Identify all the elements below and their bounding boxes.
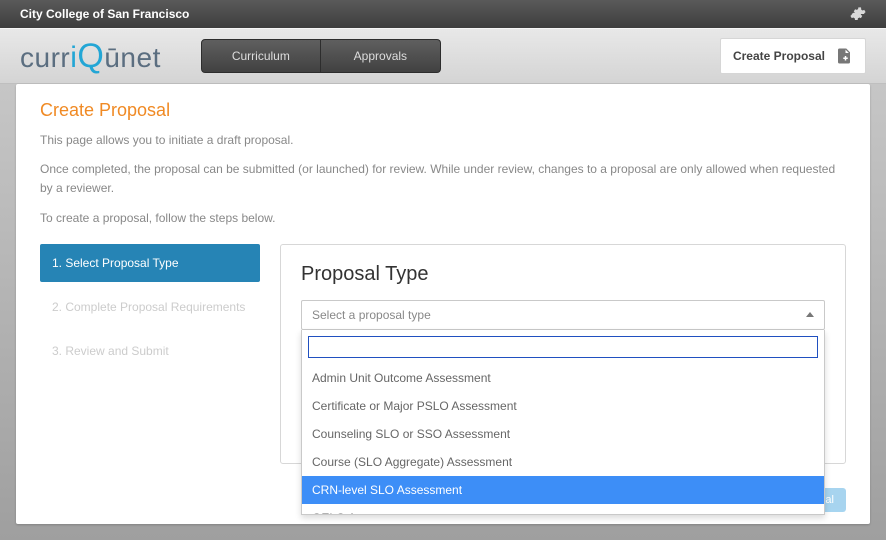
page-desc-3: To create a proposal, follow the steps b…: [40, 209, 846, 228]
header-bar: curriQūnet Curriculum Approvals Create P…: [0, 28, 886, 84]
dropdown-option[interactable]: Course (SLO Aggregate) Assessment: [302, 448, 824, 476]
create-proposal-label: Create Proposal: [733, 49, 825, 63]
org-name: City College of San Francisco: [20, 7, 189, 21]
document-plus-icon: [835, 47, 853, 65]
nav-approvals[interactable]: Approvals: [321, 39, 441, 73]
proposal-type-panel: Proposal Type Select a proposal type Adm…: [280, 244, 846, 464]
page-desc-2: Once completed, the proposal can be subm…: [40, 160, 846, 198]
proposal-type-dropdown: Admin Unit Outcome AssessmentCertificate…: [301, 330, 825, 515]
dropdown-search-input[interactable]: [308, 336, 818, 358]
step-3: 3. Review and Submit: [40, 332, 260, 370]
proposal-type-combo: Select a proposal type Admin Unit Outcom…: [301, 300, 825, 330]
logo: curriQūnet: [20, 37, 161, 76]
create-proposal-button[interactable]: Create Proposal: [720, 38, 866, 74]
nav-curriculum[interactable]: Curriculum: [201, 39, 321, 73]
gear-icon[interactable]: [850, 6, 866, 22]
chevron-up-icon: [806, 312, 814, 317]
dropdown-option[interactable]: Certificate or Major PSLO Assessment: [302, 392, 824, 420]
page-title: Create Proposal: [40, 100, 846, 121]
top-bar: City College of San Francisco: [0, 0, 886, 28]
dropdown-list[interactable]: Admin Unit Outcome AssessmentCertificate…: [302, 364, 824, 514]
dropdown-option[interactable]: Counseling SLO or SSO Assessment: [302, 420, 824, 448]
proposal-type-select[interactable]: Select a proposal type: [301, 300, 825, 330]
wizard-steps: 1. Select Proposal Type 2. Complete Prop…: [40, 244, 260, 376]
dropdown-search-wrap: [302, 330, 824, 364]
dropdown-option[interactable]: Admin Unit Outcome Assessment: [302, 364, 824, 392]
page-desc-1: This page allows you to initiate a draft…: [40, 131, 846, 150]
main-nav: Curriculum Approvals: [201, 39, 441, 73]
dropdown-option[interactable]: CRN-level SLO Assessment: [302, 476, 824, 504]
proposal-type-placeholder: Select a proposal type: [312, 308, 431, 322]
content-frame: Create Proposal This page allows you to …: [0, 84, 886, 540]
step-1[interactable]: 1. Select Proposal Type: [40, 244, 260, 282]
step-2: 2. Complete Proposal Requirements: [40, 288, 260, 326]
page: Create Proposal This page allows you to …: [16, 84, 870, 524]
dropdown-option[interactable]: GELO Assessment: [302, 504, 824, 514]
panel-title: Proposal Type: [301, 263, 825, 286]
